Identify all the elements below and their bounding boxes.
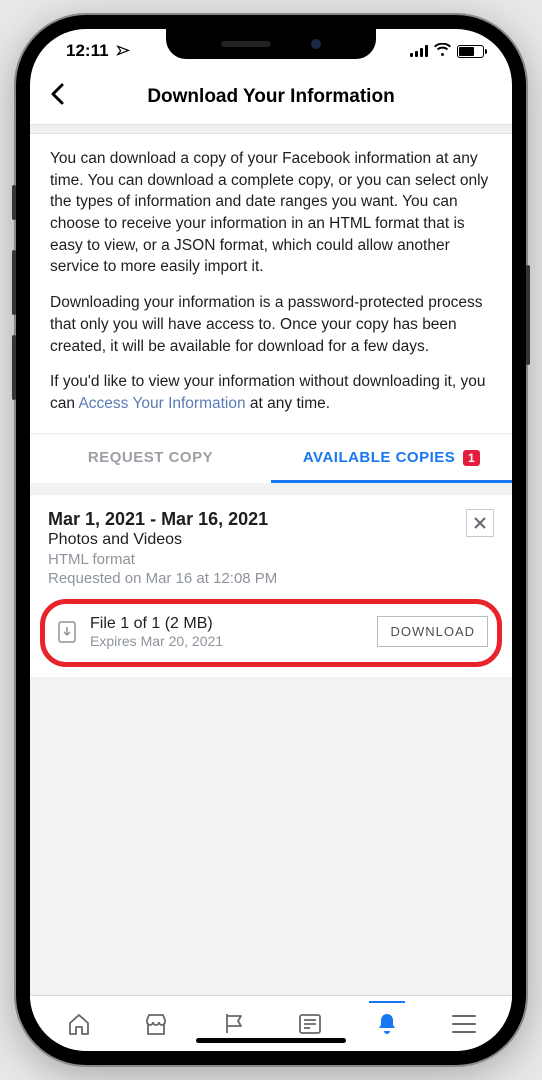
page-title: Download Your Information: [50, 86, 492, 108]
tab-request-copy[interactable]: REQUEST COPY: [30, 435, 271, 483]
home-indicator[interactable]: [196, 1038, 346, 1043]
nav-home[interactable]: [57, 1002, 101, 1046]
speaker: [221, 41, 271, 47]
location-arrow-icon: [109, 40, 131, 62]
wifi-icon: [434, 41, 451, 61]
intro-paragraph-3: If you'd like to view your information w…: [50, 371, 492, 414]
screen: 12:11 Download Your Information: [30, 29, 512, 1051]
volume-down-button: [12, 335, 16, 400]
file-label: File 1 of 1 (2 MB): [90, 615, 377, 633]
file-expires: Expires Mar 20, 2021: [90, 633, 377, 649]
front-camera: [311, 39, 321, 49]
intro-text: You can download a copy of your Facebook…: [30, 134, 512, 433]
content-area[interactable]: You can download a copy of your Facebook…: [30, 134, 512, 995]
battery-icon: [457, 45, 484, 58]
nav-marketplace[interactable]: [134, 1002, 178, 1046]
active-tab-indicator: [369, 1001, 405, 1003]
cellular-signal-icon: [410, 45, 428, 57]
notch: [166, 29, 376, 59]
nav-menu[interactable]: [442, 1002, 486, 1046]
power-button: [526, 265, 530, 365]
section-divider: [30, 124, 512, 134]
silent-switch: [12, 185, 16, 220]
intro-paragraph-2: Downloading your information is a passwo…: [50, 292, 492, 357]
copy-format: HTML format: [48, 551, 466, 568]
access-information-link[interactable]: Access Your Information: [78, 395, 245, 412]
tab-available-copies[interactable]: AVAILABLE COPIES 1: [271, 435, 512, 483]
page-header: Download Your Information: [30, 73, 512, 124]
volume-up-button: [12, 250, 16, 315]
status-time: 12:11: [66, 41, 109, 61]
file-download-icon: [54, 621, 80, 643]
delete-copy-button[interactable]: [466, 509, 494, 537]
file-row: File 1 of 1 (2 MB) Expires Mar 20, 2021 …: [48, 605, 494, 659]
phone-frame: 12:11 Download Your Information: [16, 15, 526, 1065]
copy-card: Mar 1, 2021 - Mar 16, 2021 Photos and Vi…: [30, 495, 512, 677]
copy-date-range: Mar 1, 2021 - Mar 16, 2021: [48, 509, 466, 530]
copy-category: Photos and Videos: [48, 531, 466, 549]
available-copies-badge: 1: [463, 450, 480, 466]
download-button[interactable]: DOWNLOAD: [377, 616, 488, 647]
copy-requested: Requested on Mar 16 at 12:08 PM: [48, 570, 466, 587]
intro-paragraph-1: You can download a copy of your Facebook…: [50, 148, 492, 278]
nav-notifications[interactable]: [365, 1002, 409, 1046]
tab-available-label: AVAILABLE COPIES: [303, 449, 455, 466]
tabs: REQUEST COPY AVAILABLE COPIES 1: [30, 435, 512, 483]
